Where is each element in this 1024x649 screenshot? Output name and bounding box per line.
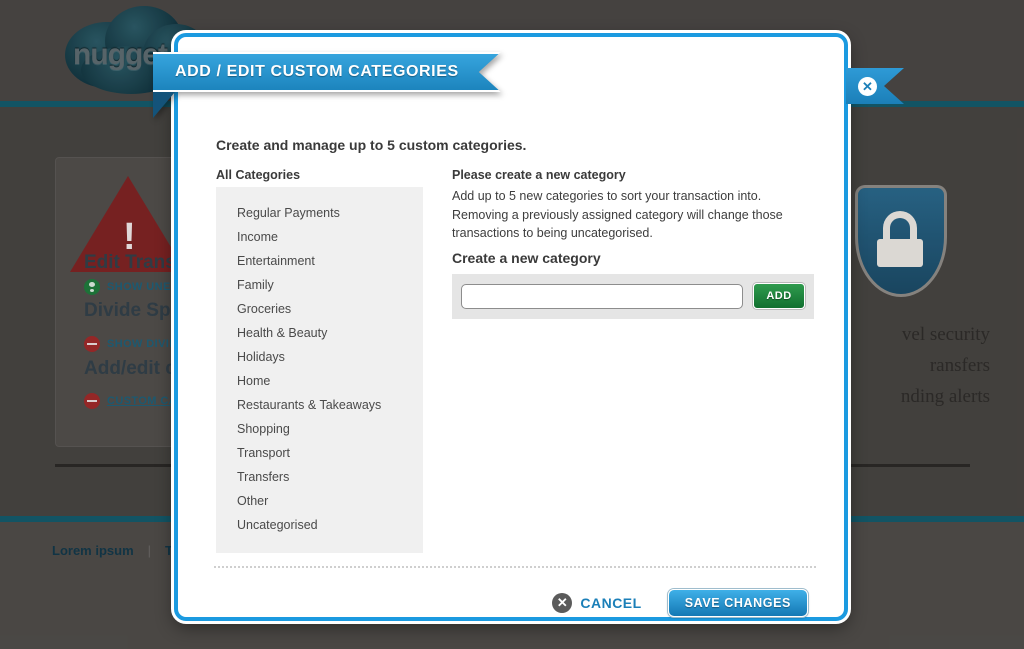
cancel-button-label: CANCEL xyxy=(580,595,642,611)
footer-divider xyxy=(214,566,816,568)
close-circle-icon: ✕ xyxy=(552,593,573,613)
list-item[interactable]: Health & Beauty xyxy=(216,321,423,345)
list-item[interactable]: Home xyxy=(216,369,423,393)
list-item[interactable]: Other xyxy=(216,489,423,513)
list-item[interactable]: Entertainment xyxy=(216,249,423,273)
custom-categories-modal: ADD / EDIT CUSTOM CATEGORIES Create and … xyxy=(153,33,848,621)
list-item[interactable]: Income xyxy=(216,225,423,249)
list-item[interactable]: Shopping xyxy=(216,417,423,441)
modal-body: Create and manage up to 5 custom categor… xyxy=(178,99,844,617)
modal-intro-text: Create and manage up to 5 custom categor… xyxy=(216,137,527,153)
create-category-heading: Please create a new category xyxy=(452,168,626,182)
list-item[interactable]: Transport xyxy=(216,441,423,465)
list-item[interactable]: Family xyxy=(216,273,423,297)
modal-title: ADD / EDIT CUSTOM CATEGORIES xyxy=(153,52,501,92)
list-item[interactable]: Restaurants & Takeaways xyxy=(216,393,423,417)
category-list[interactable]: Regular Payments Income Entertainment Fa… xyxy=(216,187,423,553)
save-changes-button[interactable]: SAVE CHANGES xyxy=(667,589,808,617)
cancel-button[interactable]: ✕ CANCEL xyxy=(552,593,641,613)
all-categories-heading: All Categories xyxy=(216,168,301,182)
new-category-input[interactable] xyxy=(461,283,743,309)
list-item[interactable]: Uncategorised xyxy=(216,513,423,537)
modal-footer-actions: ✕ CANCEL SAVE CHANGES xyxy=(552,589,808,617)
modal-title-ribbon: ADD / EDIT CUSTOM CATEGORIES xyxy=(153,52,501,118)
new-category-input-row: ADD xyxy=(452,273,814,319)
list-item[interactable]: Regular Payments xyxy=(216,201,423,225)
ribbon-fold xyxy=(153,92,175,118)
list-item[interactable]: Groceries xyxy=(216,297,423,321)
create-a-new-category-label: Create a new category xyxy=(452,249,601,266)
create-category-description: Add up to 5 new categories to sort your … xyxy=(452,189,783,240)
create-category-panel: Add up to 5 new categories to sort your … xyxy=(452,187,816,319)
list-item[interactable]: Holidays xyxy=(216,345,423,369)
add-category-button[interactable]: ADD xyxy=(753,283,805,309)
list-item[interactable]: Transfers xyxy=(216,465,423,489)
close-circle-icon: ✕ xyxy=(858,77,877,96)
